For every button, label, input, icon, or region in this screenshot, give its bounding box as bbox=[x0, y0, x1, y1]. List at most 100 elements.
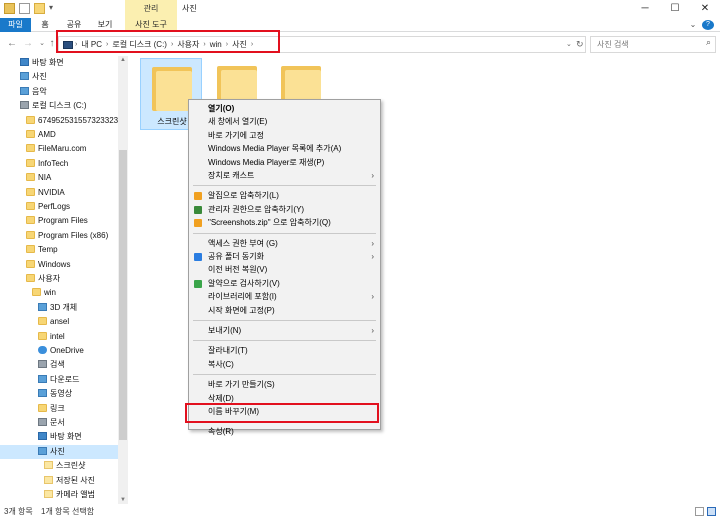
tab-home[interactable]: 홈 bbox=[34, 18, 56, 32]
back-button[interactable]: ← bbox=[6, 36, 18, 52]
alyac-icon bbox=[194, 279, 202, 288]
forward-button[interactable]: → bbox=[22, 36, 34, 52]
properties-icon[interactable] bbox=[19, 3, 30, 14]
nav-item[interactable]: 사진 bbox=[0, 70, 118, 84]
nav-item[interactable]: 문서 bbox=[0, 416, 118, 430]
close-button[interactable]: ✕ bbox=[690, 0, 720, 18]
menu-item-label: 열기(O) bbox=[208, 104, 235, 113]
menu-item[interactable]: 라이브러리에 포함(I) › bbox=[189, 290, 380, 303]
nav-item[interactable]: 다운로드 bbox=[0, 373, 118, 387]
search-icon[interactable]: ⌕ bbox=[706, 37, 711, 48]
search-input[interactable]: 사진 검색 bbox=[590, 36, 716, 53]
nav-item[interactable]: PerfLogs bbox=[0, 200, 118, 214]
menu-item[interactable]: 바로 가기에 고정 bbox=[189, 129, 380, 142]
nav-item[interactable]: FileMaru.com bbox=[0, 142, 118, 156]
tab-file[interactable]: 파일 bbox=[0, 18, 31, 32]
document-icon bbox=[38, 418, 47, 426]
folder-icon bbox=[44, 490, 53, 498]
nav-item[interactable]: OneDrive bbox=[0, 344, 118, 358]
nav-item[interactable]: 사용자 bbox=[0, 272, 118, 286]
nav-item[interactable]: 링크 bbox=[0, 402, 118, 416]
nav-item[interactable]: Temp bbox=[0, 243, 118, 257]
menu-item[interactable]: 장치로 캐스트 › bbox=[189, 169, 380, 182]
menu-item[interactable]: 액세스 권한 부여 (G) › bbox=[189, 237, 380, 250]
nav-item[interactable]: 바탕 화면 bbox=[0, 56, 118, 70]
nav-item[interactable]: 검색 bbox=[0, 358, 118, 372]
nav-item[interactable]: 3D 개체 bbox=[0, 301, 118, 315]
explorer-icon bbox=[4, 3, 15, 14]
customize-qat-icon[interactable]: ▾ bbox=[49, 3, 55, 14]
menu-item[interactable]: 복사(C) bbox=[189, 358, 380, 371]
submenu-arrow-icon: › bbox=[371, 252, 374, 261]
menu-item-label: Windows Media Player 목록에 추가(A) bbox=[208, 144, 342, 154]
menu-item-label: 복사(C) bbox=[208, 359, 234, 369]
search-icon bbox=[38, 360, 47, 369]
new-folder-icon[interactable] bbox=[34, 3, 45, 14]
folder-icon bbox=[38, 317, 47, 326]
nav-item-label: NIA bbox=[38, 173, 52, 183]
nav-item[interactable]: NIA bbox=[0, 171, 118, 185]
menu-item[interactable]: 시작 화면에 고정(P) bbox=[189, 304, 380, 317]
menu-item[interactable]: Windows Media Player 목록에 추가(A) bbox=[189, 142, 380, 155]
nav-item[interactable]: NVIDIA bbox=[0, 186, 118, 200]
minimize-button[interactable]: ─ bbox=[630, 0, 660, 18]
scroll-down-icon[interactable]: ▼ bbox=[118, 497, 128, 503]
scroll-thumb[interactable] bbox=[119, 150, 127, 440]
nav-item[interactable]: 로컬 디스크 (C:) bbox=[0, 99, 118, 113]
nav-item-label: 카메라 앨범 bbox=[56, 490, 96, 499]
nav-item[interactable]: intel bbox=[0, 330, 118, 344]
expand-ribbon-icon[interactable]: ⌄ bbox=[688, 18, 698, 32]
nav-item-label: NVIDIA bbox=[38, 187, 65, 197]
menu-item[interactable]: 바로 가기 만들기(S) bbox=[189, 378, 380, 391]
nav-item[interactable]: 674952531557323323B bbox=[0, 114, 118, 128]
nav-item[interactable]: 바탕 화면 bbox=[0, 430, 118, 444]
nav-item[interactable]: InfoTech bbox=[0, 157, 118, 171]
nav-item[interactable]: win bbox=[0, 286, 118, 300]
menu-item[interactable]: 알집으로 압축하기(L) bbox=[189, 189, 380, 202]
nav-item-label: 음악 bbox=[32, 86, 47, 96]
details-view-icon[interactable] bbox=[695, 507, 704, 516]
menu-item[interactable]: 속성(R) bbox=[189, 425, 380, 438]
menu-item-label: 바로 가기에 고정 bbox=[208, 130, 264, 140]
submenu-arrow-icon: › bbox=[371, 292, 374, 302]
menu-item-label: 장치로 캐스트 bbox=[208, 171, 255, 180]
window-controls: ─ ☐ ✕ bbox=[630, 0, 720, 18]
nav-item[interactable]: 동영상 bbox=[0, 387, 118, 401]
nav-item-label: 동영상 bbox=[50, 389, 73, 399]
menu-item[interactable]: 이전 버전 복원(V) bbox=[189, 263, 380, 276]
nav-item-label: Program Files (x86) bbox=[38, 230, 109, 240]
menu-item[interactable]: 공유 폴더 동기화 › bbox=[189, 250, 380, 263]
nav-item[interactable]: Program Files (x86) bbox=[0, 229, 118, 243]
nav-item[interactable]: Program Files bbox=[0, 214, 118, 228]
large-icons-view-icon[interactable] bbox=[707, 507, 716, 516]
menu-item[interactable]: 새 창에서 열기(E) bbox=[189, 115, 380, 128]
folder-icon bbox=[26, 115, 35, 124]
menu-item[interactable]: 보내기(N) › bbox=[189, 324, 380, 337]
nav-item[interactable]: 음악 bbox=[0, 85, 118, 99]
nav-item[interactable]: 저장된 사진 bbox=[0, 474, 118, 488]
scroll-up-icon[interactable]: ▲ bbox=[118, 57, 128, 63]
menu-item[interactable]: 열기(O) bbox=[189, 102, 380, 115]
pictures-icon bbox=[38, 446, 47, 455]
sync-icon bbox=[194, 253, 202, 261]
menu-item[interactable]: 알약으로 검사하기(V) bbox=[189, 277, 380, 290]
menu-item[interactable]: "Screenshots.zip" 으로 압축하기(Q) bbox=[189, 216, 380, 229]
selection-count: 1개 항목 선택함 bbox=[41, 507, 95, 516]
maximize-button[interactable]: ☐ bbox=[660, 0, 690, 18]
folder-icon bbox=[152, 67, 192, 111]
folder-icon bbox=[32, 288, 41, 297]
help-icon[interactable]: ? bbox=[702, 20, 714, 30]
nav-item[interactable]: 사진 bbox=[0, 444, 118, 459]
nav-item[interactable]: AMD bbox=[0, 128, 118, 142]
refresh-icon[interactable]: ↻ bbox=[576, 36, 584, 53]
menu-item-label: 삭제(D) bbox=[208, 393, 234, 403]
nav-item[interactable]: 스크린샷 bbox=[0, 459, 118, 473]
menu-item[interactable]: 관리자 권한으로 압축하기(Y) bbox=[189, 203, 380, 216]
nav-item[interactable]: 카메라 앨범 bbox=[0, 488, 118, 502]
address-history-icon[interactable]: ⌄ bbox=[566, 36, 572, 53]
menu-item[interactable]: 잘라내기(T) bbox=[189, 344, 380, 357]
nav-item[interactable]: Windows bbox=[0, 258, 118, 272]
nav-scrollbar[interactable]: ▲ ▼ bbox=[118, 56, 128, 504]
nav-item[interactable]: ansel bbox=[0, 315, 118, 329]
menu-item[interactable]: Windows Media Player로 재생(P) bbox=[189, 156, 380, 169]
